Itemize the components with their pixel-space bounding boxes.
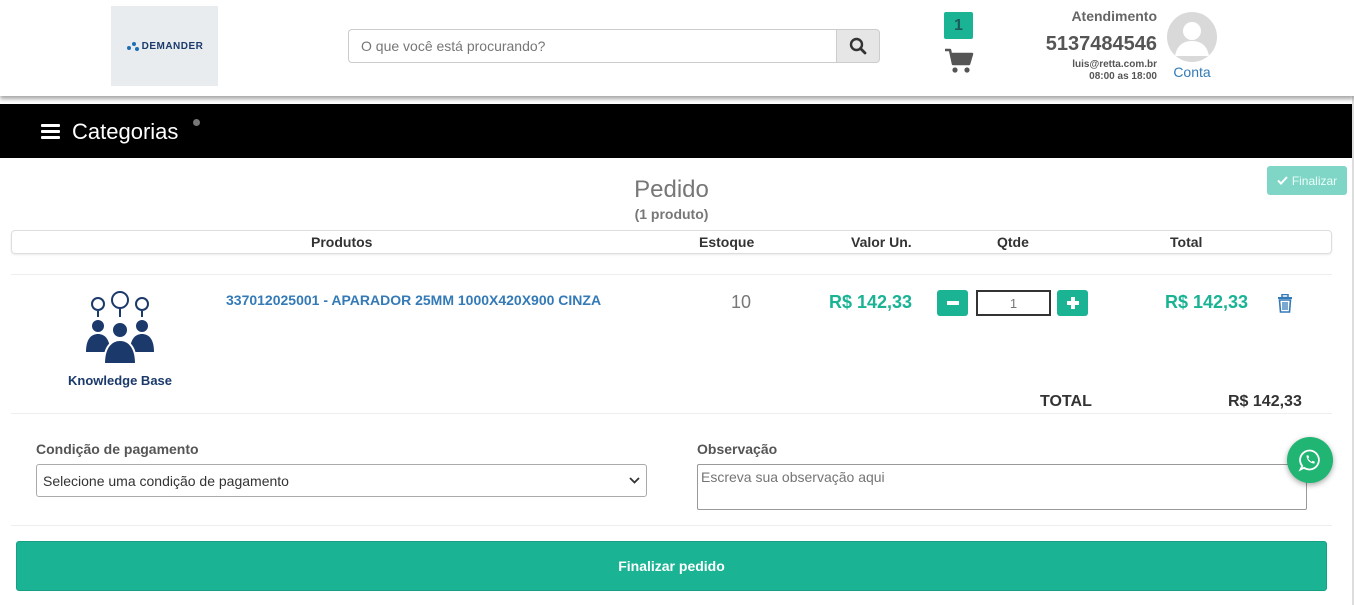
decrease-quantity-button[interactable]	[937, 290, 968, 316]
column-header-total: Total	[1170, 234, 1203, 250]
product-stock: 10	[731, 292, 752, 312]
quantity-input[interactable]	[976, 290, 1051, 316]
column-header-stock: Estoque	[699, 234, 755, 250]
search-button[interactable]	[836, 29, 880, 63]
payment-condition-label: Condição de pagamento	[36, 441, 199, 457]
order-total-label: TOTAL	[1040, 393, 1092, 410]
product-total-price: R$ 142,33	[1165, 292, 1249, 312]
logo-icon	[126, 42, 139, 51]
logo[interactable]: DEMANDER	[111, 6, 218, 86]
support-phone: 5137484546	[1045, 33, 1157, 55]
cart-count-badge[interactable]: 1	[944, 12, 973, 39]
avatar[interactable]	[1167, 12, 1217, 62]
observation-textarea[interactable]	[697, 464, 1307, 510]
column-header-products: Produtos	[311, 234, 373, 250]
plus-icon	[1066, 297, 1079, 309]
order-total-value: R$ 142,33	[1228, 393, 1302, 410]
knowledge-base-icon	[86, 291, 154, 365]
support-title: Atendimento	[1071, 8, 1157, 24]
logo-mark: DEMANDER	[126, 41, 204, 52]
menu-icon[interactable]	[41, 124, 60, 139]
table-header: Produtos Estoque Valor Un. Qtde Total	[11, 230, 1332, 254]
whatsapp-button[interactable]	[1287, 437, 1333, 483]
trash-icon[interactable]	[1277, 294, 1293, 313]
support-info: Atendimento 5137484546 luis@retta.com.br…	[1046, 8, 1157, 82]
cart-icon[interactable]	[944, 48, 974, 74]
page-title: Pedido	[634, 176, 709, 203]
search-input[interactable]	[348, 29, 836, 63]
divider	[11, 525, 1332, 526]
increase-quantity-button[interactable]	[1057, 290, 1088, 316]
support-email: luis@retta.com.br	[1072, 59, 1157, 70]
user-icon	[1175, 22, 1209, 56]
account-link[interactable]: Conta	[1167, 64, 1217, 80]
column-header-unit-price: Valor Un.	[851, 234, 912, 250]
product-name-link[interactable]: 337012025001 - APARADOR 25MM 1000X420X90…	[226, 292, 601, 308]
product-unit-price: R$ 142,33	[829, 292, 913, 312]
minus-icon	[946, 301, 959, 305]
categories-menu-button[interactable]: Categorias	[72, 119, 178, 145]
search-icon	[849, 37, 867, 55]
column-header-quantity: Qtde	[997, 234, 1029, 250]
category-navbar: Categorias	[0, 104, 1354, 158]
support-hours: 08:00 as 18:00	[1089, 71, 1157, 82]
site-header: DEMANDER 1 Atendimento 5137484546 luis@r…	[0, 0, 1354, 96]
logo-text: DEMANDER	[141, 40, 204, 52]
divider	[11, 413, 1332, 414]
payment-condition-select[interactable]: Selecione uma condição de pagamento	[36, 464, 647, 497]
payment-condition-value: Selecione uma condição de pagamento	[43, 472, 289, 489]
product-count: (1 produto)	[634, 206, 709, 222]
chevron-down-icon	[629, 477, 640, 484]
observation-label: Observação	[697, 441, 778, 457]
finalize-order-button[interactable]: Finalizar pedido	[16, 541, 1327, 591]
notification-dot	[193, 119, 200, 126]
divider	[11, 274, 1332, 275]
search-bar	[348, 29, 880, 63]
whatsapp-icon	[1298, 449, 1320, 472]
product-image-label: Knowledge Base	[67, 373, 173, 388]
